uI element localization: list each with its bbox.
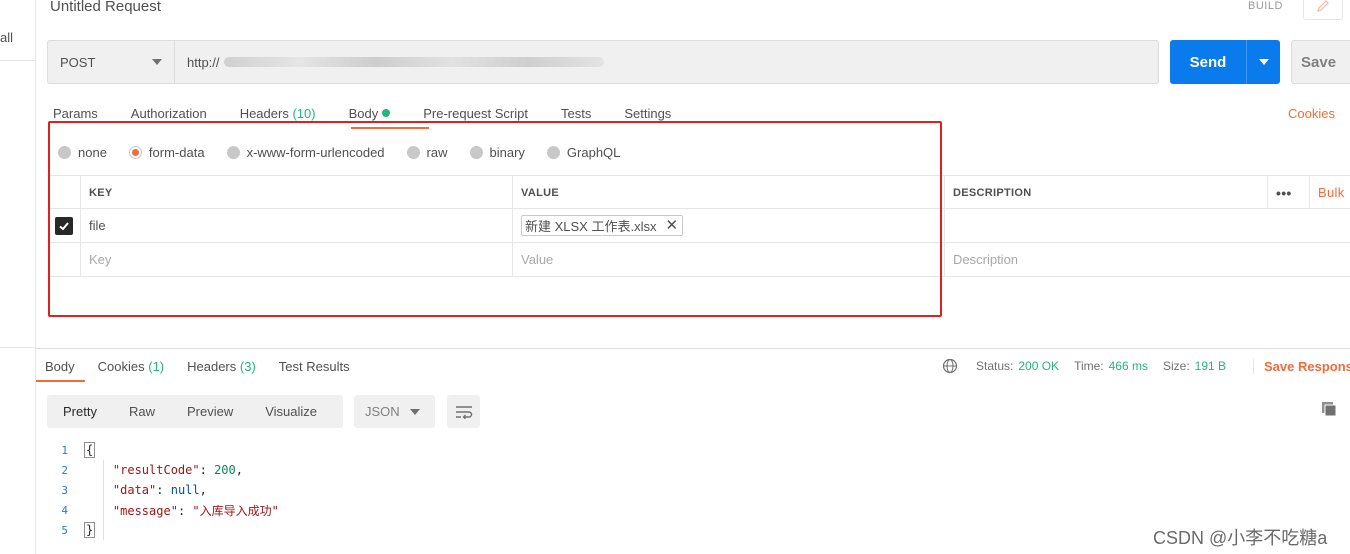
method-select[interactable]: POST [48, 41, 175, 83]
response-tab-headers[interactable]: Headers (3) [187, 359, 256, 374]
chevron-down-icon [152, 59, 162, 65]
url-input[interactable]: http:// [175, 41, 1158, 83]
tab-headers[interactable]: Headers (10) [240, 106, 316, 130]
indent-guide [103, 460, 104, 540]
size-value[interactable]: 191 B [1195, 359, 1226, 373]
close-icon[interactable]: ✕ [665, 218, 678, 233]
wrap-lines-button[interactable] [447, 395, 480, 428]
file-name: 新建 XLSX 工作表.xlsx [525, 219, 657, 234]
code-line: 2 "resultCode": 200, [61, 463, 243, 477]
language-value: JSON [365, 404, 400, 419]
radio-icon [546, 146, 560, 159]
format-raw[interactable]: Raw [113, 404, 171, 419]
radio-raw[interactable]: raw [406, 145, 448, 160]
response-tab-body[interactable]: Body [45, 359, 75, 374]
pane-divider[interactable] [36, 348, 1350, 349]
key-input[interactable]: file [80, 209, 512, 242]
url-redacted [223, 57, 604, 67]
globe-icon[interactable] [942, 358, 958, 374]
radio-graphql[interactable]: GraphQL [546, 145, 620, 160]
chevron-down-icon [410, 409, 420, 415]
status-label: Status: [976, 359, 1014, 373]
file-chip[interactable]: 新建 XLSX 工作表.xlsx ✕ [521, 215, 684, 236]
format-visualize[interactable]: Visualize [249, 404, 333, 419]
format-pretty[interactable]: Pretty [47, 404, 113, 419]
key-input-placeholder[interactable]: Key [80, 243, 512, 276]
status-value[interactable]: 200 OK [1018, 359, 1059, 373]
format-preview[interactable]: Preview [171, 404, 249, 419]
bulk-edit-link[interactable]: Bulk [1309, 176, 1350, 209]
sidebar-edge: all [0, 0, 36, 554]
watermark: CSDN @小李不吃糖a [1153, 528, 1328, 548]
row-enabled-checkbox[interactable] [55, 216, 73, 235]
wrap-lines-icon [455, 405, 472, 419]
request-title[interactable]: Untitled Request [50, 0, 161, 15]
response-status-bar: Status: 200 OK Time: 466 ms Size: 191 B [942, 358, 1241, 374]
tab-authorization[interactable]: Authorization [131, 106, 207, 130]
build-mode-label[interactable]: BUILD [1248, 0, 1283, 12]
size-label: Size: [1162, 359, 1190, 373]
pencil-icon [1317, 0, 1329, 12]
tab-pre-request-script[interactable]: Pre-request Script [423, 106, 528, 130]
column-header-description: DESCRIPTION [944, 176, 1264, 209]
save-button[interactable]: Save [1291, 40, 1350, 84]
response-tab-test-results[interactable]: Test Results [279, 359, 350, 374]
sidebar-partial-label[interactable]: all [0, 30, 13, 45]
chevron-down-icon [1258, 59, 1269, 65]
sidebar-divider [0, 347, 36, 348]
save-response-button[interactable]: Save Respons [1253, 359, 1350, 374]
radio-icon [226, 146, 240, 159]
table-row-new: Key Value Description [47, 243, 1350, 277]
value-input-placeholder[interactable]: Value [512, 243, 944, 276]
body-type-selector: none form-data x-www-form-urlencoded raw… [58, 145, 642, 160]
send-options-button[interactable] [1246, 40, 1280, 84]
code-line: 5} [61, 522, 96, 538]
radio-form-data[interactable]: form-data [128, 145, 205, 160]
edit-button[interactable] [1303, 0, 1343, 20]
code-line: 1{ [61, 442, 96, 458]
response-tab-cookies[interactable]: Cookies (1) [98, 359, 164, 374]
column-header-value: VALUE [512, 176, 944, 209]
radio-x-www-form-urlencoded[interactable]: x-www-form-urlencoded [226, 145, 385, 160]
tab-count: (10) [292, 106, 316, 121]
table-row: file 新建 XLSX 工作表.xlsx ✕ [47, 209, 1350, 243]
description-input-placeholder[interactable]: Description [944, 243, 1264, 276]
language-select[interactable]: JSON [354, 395, 435, 428]
radio-none[interactable]: none [58, 145, 107, 160]
checkmark-icon [59, 221, 69, 230]
url-bar: POST http:// [47, 40, 1159, 84]
time-value[interactable]: 466 ms [1109, 359, 1148, 373]
status-dot-icon [382, 109, 391, 117]
radio-icon [58, 146, 71, 159]
value-cell: 新建 XLSX 工作表.xlsx ✕ [512, 209, 944, 242]
cookies-link[interactable]: Cookies [1288, 106, 1335, 121]
copy-icon[interactable] [1320, 400, 1338, 421]
response-format-tabs: Pretty Raw Preview Visualize [47, 395, 343, 428]
tab-settings[interactable]: Settings [624, 106, 671, 130]
send-button[interactable]: Send [1170, 40, 1280, 84]
time-label: Time: [1074, 359, 1104, 373]
column-header-key: KEY [80, 176, 512, 209]
radio-icon [469, 146, 483, 159]
more-options-icon[interactable]: ••• [1267, 176, 1307, 209]
radio-selected-icon [128, 146, 142, 159]
description-input[interactable] [944, 209, 1264, 242]
table-header-row: KEY VALUE DESCRIPTION ••• Bulk [47, 175, 1350, 209]
response-body-code[interactable]: 1{ 2 "resultCode": 200, 3 "data": null, … [47, 440, 279, 540]
send-label: Send [1189, 53, 1227, 71]
radio-binary[interactable]: binary [469, 145, 525, 160]
radio-icon [406, 146, 420, 159]
tab-params[interactable]: Params [53, 106, 98, 130]
code-line: 4 "message": "入库导入成功" [61, 503, 279, 518]
tab-tests[interactable]: Tests [561, 106, 591, 130]
active-response-tab-indicator [36, 380, 85, 382]
sidebar-divider [0, 60, 36, 61]
active-tab-indicator [351, 127, 429, 129]
code-line: 3 "data": null, [61, 483, 207, 497]
url-prefix: http:// [187, 54, 220, 70]
method-value: POST [60, 54, 96, 70]
response-tabs: Body Cookies (1) Headers (3) Test Result… [45, 359, 373, 374]
